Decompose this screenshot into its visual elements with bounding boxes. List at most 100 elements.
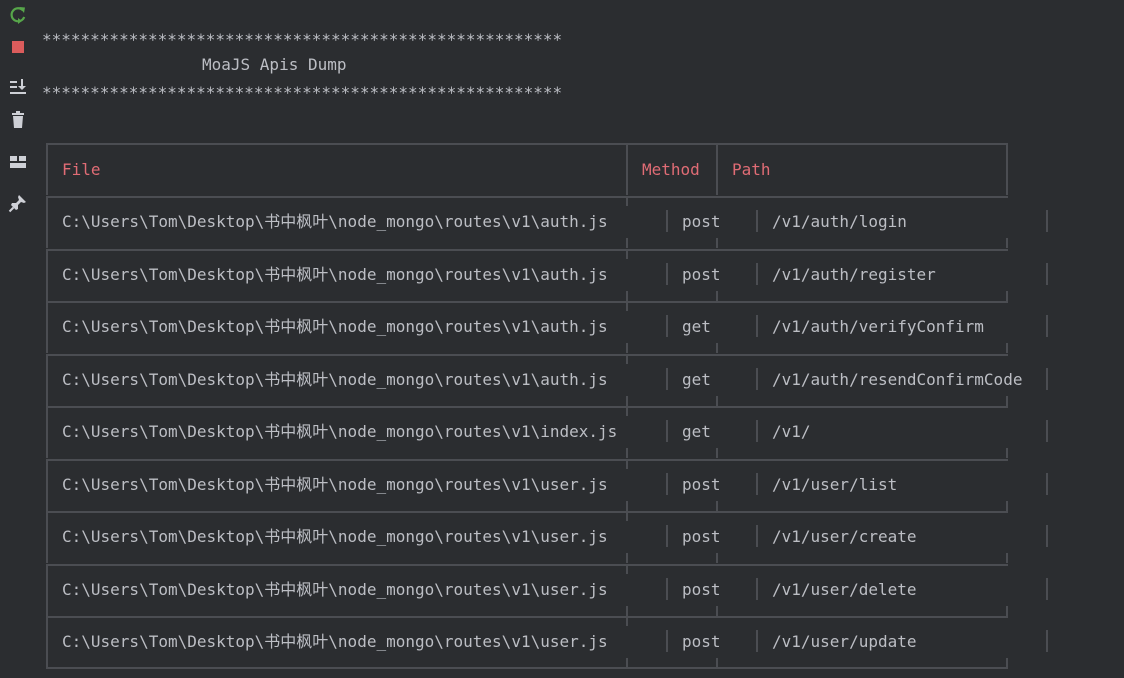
header-path: Path [732, 160, 771, 179]
row-path: /v1/user/update [772, 632, 917, 651]
table-border [46, 511, 48, 563]
table-border [626, 291, 628, 301]
table-border [716, 606, 718, 616]
table-border [626, 143, 628, 195]
table-border [1046, 210, 1048, 232]
table-border [46, 354, 48, 406]
table-border [626, 606, 628, 616]
table-border [46, 143, 1008, 145]
header-file: File [62, 160, 101, 179]
table-border [1046, 263, 1048, 285]
table-border [626, 238, 628, 248]
table-border [666, 420, 668, 442]
table-border [626, 301, 628, 311]
scroll-to-end-icon[interactable] [8, 77, 28, 97]
table-border [626, 354, 628, 364]
table-border [716, 501, 718, 511]
row-method: post [682, 265, 721, 284]
table-border [666, 630, 668, 652]
table-border [46, 511, 1008, 513]
row-file: C:\Users\Tom\Desktop\书中枫叶\node_mongo\rou… [62, 370, 608, 389]
row-file: C:\Users\Tom\Desktop\书中枫叶\node_mongo\rou… [62, 632, 608, 651]
table-border [626, 249, 628, 259]
table-border [756, 263, 758, 285]
table-border [716, 448, 718, 458]
table-border [756, 420, 758, 442]
rerun-icon[interactable] [8, 5, 28, 25]
table-border [716, 143, 718, 195]
banner-bottom: ****************************************… [42, 83, 563, 102]
row-path: /v1/user/delete [772, 580, 917, 599]
table-border [1046, 420, 1048, 442]
table-border [716, 291, 718, 301]
row-file: C:\Users\Tom\Desktop\书中枫叶\node_mongo\rou… [62, 317, 608, 336]
table-border [1046, 315, 1048, 337]
table-border [46, 564, 1008, 566]
console-toolbar [0, 0, 36, 678]
table-border [626, 501, 628, 511]
pin-icon[interactable] [8, 193, 28, 213]
table-border [1006, 501, 1008, 511]
table-border [756, 578, 758, 600]
table-border [46, 564, 48, 616]
row-file: C:\Users\Tom\Desktop\书中枫叶\node_mongo\rou… [62, 422, 618, 441]
row-method: post [682, 580, 721, 599]
table-border [716, 396, 718, 406]
table-border [626, 448, 628, 458]
table-border [46, 459, 48, 511]
banner-title: MoaJS Apis Dump [202, 55, 347, 74]
table-border [1046, 525, 1048, 547]
row-file: C:\Users\Tom\Desktop\书中枫叶\node_mongo\rou… [62, 527, 608, 546]
row-path: /v1/auth/resendConfirmCode [772, 370, 1023, 389]
table-border [756, 368, 758, 390]
trash-icon[interactable] [8, 110, 28, 130]
table-border [46, 249, 48, 301]
table-border [46, 406, 1008, 408]
row-file: C:\Users\Tom\Desktop\书中枫叶\node_mongo\rou… [62, 475, 608, 494]
table-border [666, 210, 668, 232]
table-border [1006, 143, 1008, 195]
table-border [626, 553, 628, 563]
table-border [626, 459, 628, 469]
layout-icon[interactable] [8, 152, 28, 172]
table-border [626, 406, 628, 416]
table-border [1046, 473, 1048, 495]
table-border [626, 616, 628, 626]
banner-top: ****************************************… [42, 30, 563, 49]
table-border [1006, 238, 1008, 248]
table-border [716, 343, 718, 353]
row-method: post [682, 527, 721, 546]
table-border [1006, 343, 1008, 353]
table-border [756, 630, 758, 652]
table-border [756, 473, 758, 495]
row-method: get [682, 370, 711, 389]
table-border [756, 210, 758, 232]
row-path: /v1/auth/register [772, 265, 936, 284]
row-file: C:\Users\Tom\Desktop\书中枫叶\node_mongo\rou… [62, 580, 608, 599]
table-border [1046, 368, 1048, 390]
table-border [46, 616, 1008, 618]
table-border [666, 315, 668, 337]
row-path: /v1/user/list [772, 475, 898, 494]
table-border [1006, 553, 1008, 563]
table-border [626, 511, 628, 521]
row-method: post [682, 632, 721, 651]
console-output[interactable]: ****************************************… [36, 0, 1124, 678]
table-border [716, 238, 718, 248]
table-border [46, 196, 1008, 198]
table-border [1006, 396, 1008, 406]
row-path: /v1/user/create [772, 527, 917, 546]
table-border [46, 354, 1008, 356]
row-method: post [682, 475, 721, 494]
stop-icon[interactable] [8, 37, 28, 57]
table-border [1006, 291, 1008, 301]
row-method: get [682, 422, 711, 441]
row-file: C:\Users\Tom\Desktop\书中枫叶\node_mongo\rou… [62, 212, 608, 231]
table-border [666, 368, 668, 390]
row-path: /v1/auth/login [772, 212, 907, 231]
table-border [1006, 448, 1008, 458]
table-border [46, 616, 48, 668]
table-border [716, 553, 718, 563]
table-border [666, 578, 668, 600]
table-border [666, 473, 668, 495]
